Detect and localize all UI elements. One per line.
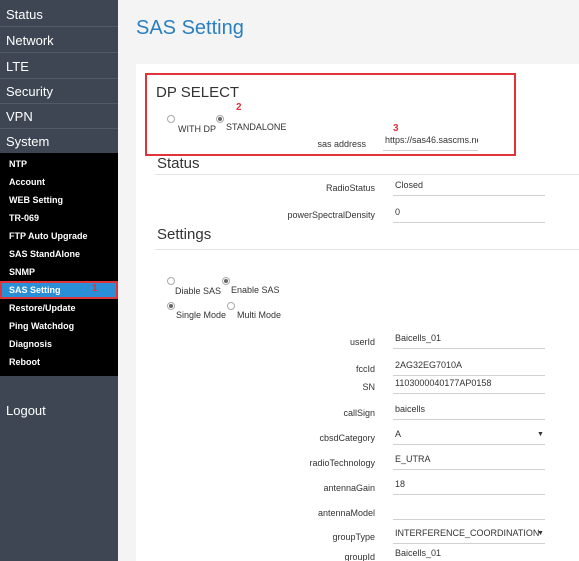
standalone-radio[interactable] xyxy=(216,115,224,123)
settings-divider xyxy=(155,249,579,250)
group-type-label: groupType xyxy=(332,532,375,542)
sub-web-setting[interactable]: WEB Setting xyxy=(0,191,118,209)
enable-sas-label: Enable SAS xyxy=(231,285,280,295)
nav-system[interactable]: System xyxy=(0,129,118,154)
annotation-2: 2 xyxy=(236,102,242,113)
system-submenu: NTP Account WEB Setting TR-069 FTP Auto … xyxy=(0,153,118,376)
logout-link[interactable]: Logout xyxy=(6,403,46,418)
call-sign-input[interactable]: baicells xyxy=(393,404,545,420)
sas-address-input[interactable]: https://sas46.sascms.net/ xyxy=(383,135,478,151)
sub-tr069[interactable]: TR-069 xyxy=(0,209,118,227)
nav-security[interactable]: Security xyxy=(0,79,118,104)
fcc-id-label: fccId xyxy=(355,364,375,374)
standalone-label: STANDALONE xyxy=(226,122,287,132)
sub-sas-setting-label: SAS Setting xyxy=(9,285,61,295)
annotation-1: 1 xyxy=(92,283,98,294)
multi-mode-label: Multi Mode xyxy=(237,310,282,320)
single-mode-label: Single Mode xyxy=(176,310,227,320)
with-dp-radio[interactable] xyxy=(167,115,175,123)
antenna-model-label: antennaModel xyxy=(317,508,375,518)
psd-label: powerSpectralDensity xyxy=(287,210,375,220)
enable-sas-radio[interactable] xyxy=(222,277,230,285)
page-title: SAS Setting xyxy=(136,17,244,39)
sn-label: SN xyxy=(362,382,375,392)
nav-vpn[interactable]: VPN xyxy=(0,104,118,129)
dp-select-title: DP SELECT xyxy=(156,84,240,101)
sidebar: Status Network LTE Security VPN System N… xyxy=(0,0,118,561)
settings-title: Settings xyxy=(157,226,212,243)
sub-sas-standalone[interactable]: SAS StandAlone xyxy=(0,245,118,263)
status-divider xyxy=(155,174,579,175)
sub-sas-setting[interactable]: SAS Setting 1 xyxy=(0,281,118,299)
radio-technology-label: radioTechnology xyxy=(309,458,375,468)
cbsd-category-label: cbsdCategory xyxy=(319,433,375,443)
antenna-model-input[interactable] xyxy=(393,504,545,520)
fcc-id-input[interactable]: 2AG32EG7010A xyxy=(393,360,545,376)
chevron-down-icon: ▼ xyxy=(537,530,544,537)
disable-sas-radio[interactable] xyxy=(167,277,175,285)
cbsd-category-select[interactable]: A xyxy=(393,429,545,445)
antenna-gain-label: antennaGain xyxy=(323,483,375,493)
radio-technology-input[interactable]: E_UTRA xyxy=(393,454,545,470)
nav-network[interactable]: Network xyxy=(0,28,118,53)
nav-lte[interactable]: LTE xyxy=(0,54,118,79)
radio-status-label: RadioStatus xyxy=(325,183,375,193)
sub-restore-update[interactable]: Restore/Update xyxy=(0,299,118,317)
annotation-3: 3 xyxy=(393,123,399,134)
nav-status[interactable]: Status xyxy=(0,2,118,27)
sub-snmp[interactable]: SNMP xyxy=(0,263,118,281)
group-id-input[interactable]: Baicells_01 xyxy=(393,548,545,561)
sub-reboot[interactable]: Reboot xyxy=(0,353,118,371)
antenna-gain-input[interactable]: 18 xyxy=(393,479,545,495)
call-sign-label: callSign xyxy=(343,408,375,418)
user-id-label: userId xyxy=(349,337,375,347)
radio-status-value: Closed xyxy=(393,180,545,196)
single-mode-radio[interactable] xyxy=(167,302,175,310)
group-id-label: groupId xyxy=(344,552,375,561)
sub-ping-watchdog[interactable]: Ping Watchdog xyxy=(0,317,118,335)
sub-ntp[interactable]: NTP xyxy=(0,155,118,173)
sub-account[interactable]: Account xyxy=(0,173,118,191)
sub-diagnosis[interactable]: Diagnosis xyxy=(0,335,118,353)
sub-ftp-auto-upgrade[interactable]: FTP Auto Upgrade xyxy=(0,227,118,245)
user-id-input[interactable]: Baicells_01 xyxy=(393,333,545,349)
status-title: Status xyxy=(157,155,200,172)
multi-mode-radio[interactable] xyxy=(227,302,235,310)
sas-address-label: sas address xyxy=(317,139,366,149)
with-dp-label: WITH DP xyxy=(178,124,216,134)
disable-sas-label: Diable SAS xyxy=(175,286,222,296)
group-type-select[interactable]: INTERFERENCE_COORDINATION xyxy=(393,528,545,544)
sn-input[interactable]: 1103000040177AP0158 xyxy=(393,378,545,394)
psd-value: 0 xyxy=(393,207,545,223)
chevron-down-icon: ▼ xyxy=(537,431,544,438)
